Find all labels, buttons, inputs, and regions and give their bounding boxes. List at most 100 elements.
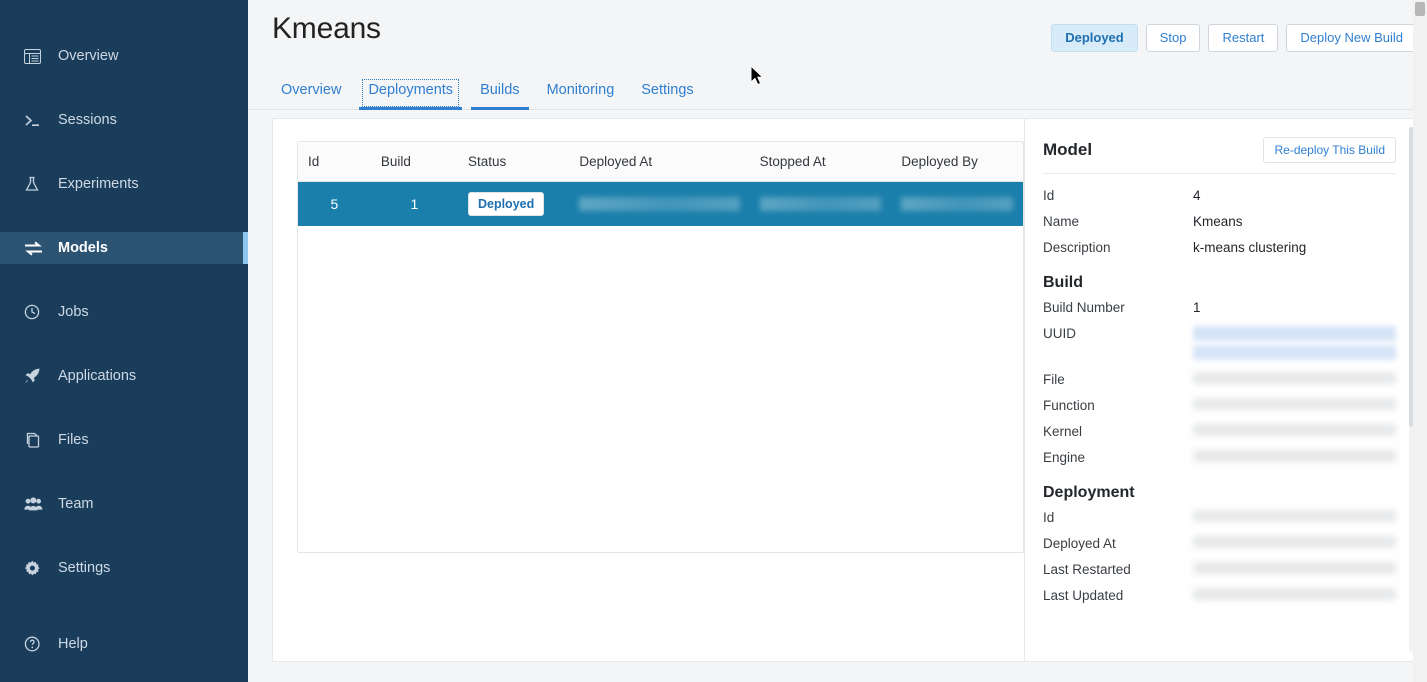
- detail-field-file: File: [1043, 372, 1396, 390]
- deployments-table: Id Build Status Deployed At Stopped At D…: [298, 142, 1023, 226]
- field-label: Id: [1043, 510, 1055, 525]
- table-body: 5 1 Deployed: [298, 181, 1023, 226]
- nav-gap: [0, 520, 248, 552]
- sidebar-item-models[interactable]: Models: [0, 232, 248, 264]
- cell-status: Deployed: [458, 182, 569, 226]
- nav-gap: [0, 264, 248, 296]
- files-icon: [24, 431, 50, 449]
- field-value-redacted: [1193, 450, 1396, 466]
- field-value-redacted: [1193, 424, 1396, 440]
- window-scrollbar-thumb[interactable]: [1415, 2, 1425, 16]
- sidebar-item-experiments[interactable]: Experiments: [0, 168, 248, 200]
- field-label: Build Number: [1043, 300, 1125, 315]
- re-deploy-this-build-button[interactable]: Re-deploy This Build: [1263, 137, 1396, 163]
- deploy-new-build-button[interactable]: Deploy New Build: [1286, 24, 1417, 52]
- flask-icon: [24, 175, 50, 193]
- column-header-build[interactable]: Build: [370, 142, 458, 182]
- redacted-value: [1193, 562, 1396, 574]
- sidebar-item-label: Jobs: [58, 304, 89, 320]
- table-row[interactable]: 5 1 Deployed: [298, 181, 1023, 226]
- detail-field-function: Function: [1043, 398, 1396, 416]
- gear-icon: [24, 559, 50, 577]
- field-label: Kernel: [1043, 424, 1083, 439]
- sidebar-item-help[interactable]: Help: [0, 628, 248, 660]
- cell-stopped-at: [750, 182, 892, 226]
- field-label: Description: [1043, 240, 1111, 255]
- section-title-build: Build: [1043, 274, 1083, 291]
- sidebar-item-team[interactable]: Team: [0, 488, 248, 520]
- sidebar-item-label: Experiments: [58, 176, 139, 192]
- status-badge-deployed[interactable]: Deployed: [1051, 24, 1138, 52]
- nav-gap: [0, 72, 248, 104]
- sidebar-item-label: Sessions: [58, 112, 117, 128]
- tab-overview[interactable]: Overview: [272, 76, 350, 110]
- sidebar-item-overview[interactable]: Overview: [0, 40, 248, 72]
- field-value-redacted: [1193, 372, 1396, 388]
- field-label: Name: [1043, 214, 1080, 229]
- window-scrollbar[interactable]: [1413, 0, 1427, 682]
- sidebar-item-sessions[interactable]: Sessions: [0, 104, 248, 136]
- column-header-deployed-at[interactable]: Deployed At: [569, 142, 750, 182]
- sidebar-item-applications[interactable]: Applications: [0, 360, 248, 392]
- field-value: Kmeans: [1193, 214, 1243, 229]
- column-header-status[interactable]: Status: [457, 142, 570, 182]
- tab-settings[interactable]: Settings: [632, 76, 702, 110]
- field-value-redacted: [1193, 536, 1396, 552]
- app-root: Overview Sessions Experiments Models Job…: [0, 0, 1427, 682]
- status-badge: Deployed: [467, 191, 545, 216]
- detail-field-id: Id 4: [1043, 188, 1396, 206]
- detail-field-deployed-at: Deployed At: [1043, 536, 1396, 554]
- sidebar-item-settings[interactable]: Settings: [0, 552, 248, 584]
- sidebar-item-label: Models: [58, 240, 108, 256]
- field-label: Last Restarted: [1043, 562, 1131, 577]
- field-label: File: [1043, 372, 1065, 387]
- header-actions: Deployed Stop Restart Deploy New Build: [1051, 24, 1417, 52]
- details-header: Model Re-deploy This Build: [1043, 137, 1396, 174]
- field-label: Function: [1043, 398, 1095, 413]
- main-content: Kmeans Deployed Stop Restart Deploy New …: [248, 0, 1427, 682]
- nav-gap: [0, 136, 248, 168]
- field-value-redacted: [1193, 588, 1396, 604]
- field-label: Last Updated: [1043, 588, 1124, 603]
- detail-field-engine: Engine: [1043, 450, 1396, 468]
- rocket-icon: [24, 367, 50, 385]
- redacted-value: [579, 196, 740, 211]
- field-value-redacted: [1193, 326, 1396, 364]
- tab-builds[interactable]: Builds: [471, 76, 529, 110]
- redacted-value: [1193, 372, 1396, 384]
- nav-gap: [0, 392, 248, 424]
- sidebar-top-spacer: [0, 0, 248, 40]
- page-header: Kmeans Deployed Stop Restart Deploy New …: [248, 0, 1427, 110]
- cell-deployed-by: [891, 182, 1023, 226]
- redacted-value: [1193, 345, 1396, 360]
- field-label: Engine: [1043, 450, 1086, 465]
- sidebar-item-label: Applications: [58, 368, 137, 384]
- tab-bar: Overview Deployments Builds Monitoring S…: [272, 76, 712, 110]
- sidebar-item-label: Files: [58, 432, 89, 448]
- tab-deployments[interactable]: Deployments: [359, 76, 463, 110]
- column-header-deployed-by[interactable]: Deployed By: [891, 142, 1023, 182]
- field-label: Id: [1043, 188, 1055, 203]
- sidebar-item-jobs[interactable]: Jobs: [0, 296, 248, 328]
- column-header-stopped-at[interactable]: Stopped At: [749, 142, 892, 182]
- redacted-value: [1193, 424, 1396, 436]
- detail-field-description: Description k-means clustering: [1043, 240, 1396, 258]
- column-header-id[interactable]: Id: [298, 142, 371, 182]
- sidebar-item-files[interactable]: Files: [0, 424, 248, 456]
- redacted-value: [1193, 450, 1396, 462]
- content-split: Id Build Status Deployed At Stopped At D…: [273, 119, 1416, 661]
- overview-icon: [24, 47, 50, 65]
- sidebar-item-label: Settings: [58, 560, 111, 576]
- cell-id: 5: [330, 195, 339, 212]
- sidebar-item-label: Team: [58, 496, 94, 512]
- detail-field-uuid: UUID: [1043, 326, 1396, 364]
- nav-gap: [0, 456, 248, 488]
- section-title-deployment: Deployment: [1043, 484, 1135, 501]
- redacted-value: [759, 196, 882, 211]
- detail-field-build-number: Build Number 1: [1043, 300, 1396, 318]
- tab-monitoring[interactable]: Monitoring: [538, 76, 624, 110]
- field-value: 1: [1193, 300, 1201, 315]
- table-header: Id Build Status Deployed At Stopped At D…: [298, 142, 1023, 182]
- stop-button[interactable]: Stop: [1145, 24, 1201, 52]
- restart-button[interactable]: Restart: [1208, 24, 1279, 52]
